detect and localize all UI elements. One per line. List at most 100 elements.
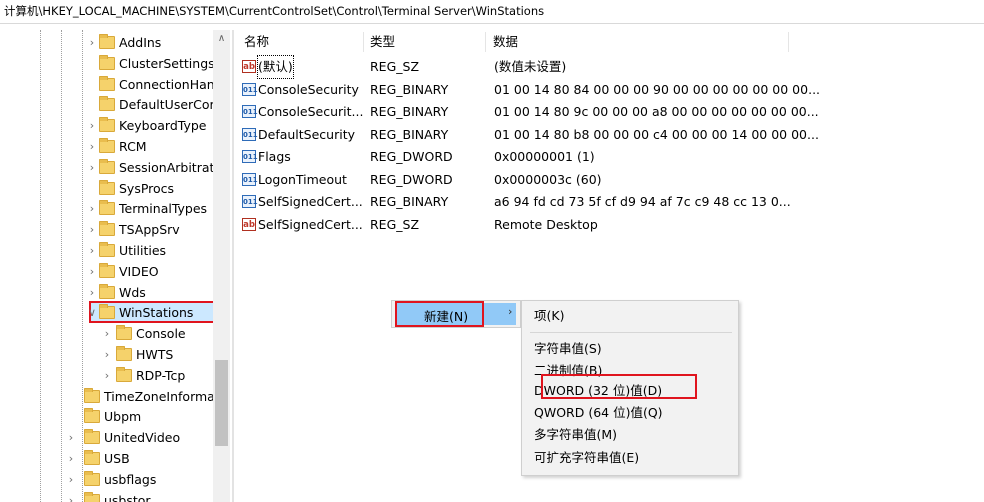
value-name[interactable]: (默认)	[257, 55, 294, 79]
tree-item-label[interactable]: UnitedVideo	[104, 427, 180, 448]
scroll-up-icon[interactable]: ∧	[213, 30, 230, 47]
pane-splitter[interactable]	[232, 30, 234, 502]
collapse-chevron-icon[interactable]: ∨	[87, 302, 97, 323]
expand-chevron-icon[interactable]: ›	[87, 261, 97, 282]
tree-item-label[interactable]: TSAppSrv	[119, 219, 180, 240]
value-name[interactable]: Flags	[258, 146, 291, 168]
tree-scrollbar[interactable]: ∧	[213, 30, 230, 502]
value-row[interactable]: 011 SelfSignedCert... REG_BINARY a6 94 fd c…	[236, 191, 796, 213]
registry-tree[interactable]: › AddIns ClusterSettings ConnectionHan Defau…	[0, 30, 232, 502]
value-row[interactable]: ab (默认) REG_SZ (数值未设置)	[236, 55, 796, 79]
tree-item[interactable]: › TSAppSrv	[0, 219, 212, 240]
value-type: REG_DWORD	[370, 171, 453, 187]
tree-item-label[interactable]: Ubpm	[104, 406, 141, 427]
column-header-data[interactable]: 数据	[493, 32, 518, 52]
tree-item-label[interactable]: SysProcs	[119, 178, 174, 199]
expand-chevron-icon[interactable]: ›	[87, 198, 97, 219]
value-name[interactable]: SelfSignedCert...	[258, 191, 363, 213]
value-name[interactable]: ConsoleSecurit...	[258, 101, 363, 123]
value-row[interactable]: 011 DefaultSecurity REG_BINARY 01 00 14 80 …	[236, 124, 819, 146]
tree-item-label[interactable]: Wds	[119, 282, 146, 303]
expand-chevron-icon[interactable]: ›	[87, 157, 97, 178]
expand-chevron-icon[interactable]: ›	[87, 32, 97, 53]
column-separator[interactable]	[788, 32, 789, 52]
tree-item-label[interactable]: WinStations	[119, 302, 193, 323]
value-row[interactable]: 011 Flags REG_DWORD 0x00000001 (1)	[236, 146, 796, 168]
tree-item-label[interactable]: USB	[104, 448, 130, 469]
tree-item[interactable]: › RDP-Tcp	[0, 365, 212, 386]
tree-item[interactable]: › Console	[0, 323, 212, 344]
tree-item-label[interactable]: KeyboardType	[119, 115, 206, 136]
tree-item-label[interactable]: usbstor	[104, 490, 151, 502]
tree-item[interactable]: › UnitedVideo	[0, 427, 212, 448]
tree-item[interactable]: SysProcs	[0, 178, 212, 199]
tree-item[interactable]: TimeZoneInformat	[0, 386, 220, 407]
tree-item[interactable]: › Utilities	[0, 240, 212, 261]
tree-item-label[interactable]: HWTS	[136, 344, 173, 365]
expand-chevron-icon[interactable]: ›	[66, 448, 76, 469]
scroll-thumb[interactable]	[215, 360, 228, 446]
tree-item[interactable]: › usbflags	[0, 469, 212, 490]
column-header-name[interactable]: 名称	[244, 32, 269, 52]
tree-item[interactable]: › HWTS	[0, 344, 212, 365]
tree-item[interactable]: ∨ WinStations	[0, 302, 212, 323]
tree-item-label[interactable]: VIDEO	[119, 261, 159, 282]
tree-item-label[interactable]: usbflags	[104, 469, 156, 490]
expand-chevron-icon[interactable]: ›	[102, 365, 112, 386]
submenu-item[interactable]: QWORD (64 位)值(Q)	[534, 403, 663, 423]
value-name[interactable]: DefaultSecurity	[258, 124, 355, 146]
tree-item-label[interactable]: Utilities	[119, 240, 166, 261]
value-type: REG_BINARY	[370, 194, 449, 209]
tree-item[interactable]: › TerminalTypes	[0, 198, 212, 219]
tree-item[interactable]: › AddIns	[0, 32, 212, 53]
tree-item[interactable]: › usbstor	[0, 490, 212, 502]
expand-chevron-icon[interactable]: ›	[87, 115, 97, 136]
tree-item[interactable]: › RCM	[0, 136, 212, 157]
tree-item[interactable]: › Wds	[0, 282, 212, 303]
folder-icon	[84, 450, 100, 465]
expand-chevron-icon[interactable]: ›	[87, 136, 97, 157]
tree-item-label[interactable]: TimeZoneInformat	[104, 386, 220, 407]
value-row[interactable]: 011 LogonTimeout REG_DWORD 0x0000003c (60)	[236, 169, 796, 191]
tree-item-label[interactable]: TerminalTypes	[119, 198, 207, 219]
expand-chevron-icon[interactable]: ›	[87, 282, 97, 303]
value-row[interactable]: ab SelfSignedCert... REG_SZ Remote Desktop	[236, 214, 796, 236]
tree-item[interactable]: › USB	[0, 448, 212, 469]
tree-item-label[interactable]: RCM	[119, 136, 147, 157]
tree-item[interactable]: › KeyboardType	[0, 115, 212, 136]
column-separator[interactable]	[363, 32, 364, 52]
tree-item[interactable]: ConnectionHan	[0, 74, 215, 95]
expand-chevron-icon[interactable]: ›	[66, 427, 76, 448]
tree-item-label[interactable]: RDP-Tcp	[136, 365, 185, 386]
menu-item-new-label[interactable]: 新建(N)	[424, 306, 468, 325]
submenu-item[interactable]: 项(K)	[534, 306, 564, 326]
value-name[interactable]: LogonTimeout	[258, 169, 347, 191]
tree-item[interactable]: DefaultUserCor	[0, 94, 215, 115]
tree-item-label[interactable]: DefaultUserCor	[119, 94, 215, 115]
tree-item-label[interactable]: AddIns	[119, 32, 161, 53]
value-row[interactable]: 011 ConsoleSecurit... REG_BINARY 01 00 14 8…	[236, 101, 819, 123]
submenu-item[interactable]: 多字符串值(M)	[534, 425, 617, 445]
submenu-item[interactable]: 字符串值(S)	[534, 339, 602, 359]
value-name[interactable]: SelfSignedCert...	[258, 214, 363, 236]
expand-chevron-icon[interactable]: ›	[87, 240, 97, 261]
tree-item-label[interactable]: Console	[136, 323, 186, 344]
tree-item-label[interactable]: SessionArbitrat	[119, 157, 214, 178]
expand-chevron-icon[interactable]: ›	[102, 344, 112, 365]
expand-chevron-icon[interactable]: ›	[87, 219, 97, 240]
address-bar[interactable]: 计算机\HKEY_LOCAL_MACHINE\SYSTEM\CurrentCon…	[0, 0, 984, 24]
tree-item-label[interactable]: ConnectionHan	[119, 74, 215, 95]
tree-item[interactable]: ClusterSettings	[0, 53, 215, 74]
value-row[interactable]: 011 ConsoleSecurity REG_BINARY 01 00 14 80 …	[236, 79, 820, 101]
tree-item[interactable]: › VIDEO	[0, 261, 212, 282]
tree-item-label[interactable]: ClusterSettings	[119, 53, 215, 74]
expand-chevron-icon[interactable]: ›	[102, 323, 112, 344]
expand-chevron-icon[interactable]: ›	[66, 490, 76, 502]
tree-item[interactable]: › SessionArbitrat	[0, 157, 214, 178]
value-name[interactable]: ConsoleSecurity	[258, 79, 359, 101]
tree-item[interactable]: Ubpm	[0, 406, 212, 427]
column-header-type[interactable]: 类型	[370, 32, 395, 52]
expand-chevron-icon[interactable]: ›	[66, 469, 76, 490]
column-separator[interactable]	[485, 32, 486, 52]
submenu-item[interactable]: 可扩充字符串值(E)	[534, 448, 639, 468]
